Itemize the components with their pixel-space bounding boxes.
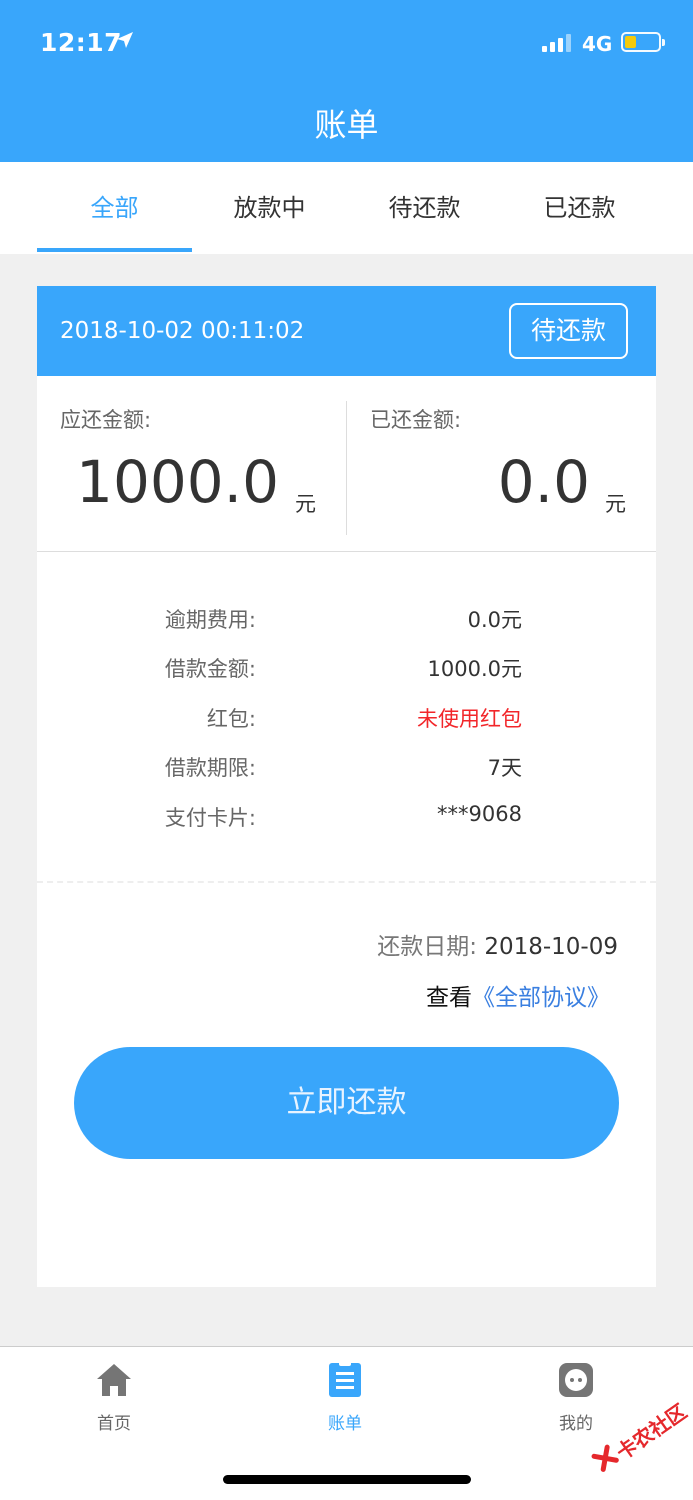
bill-card: 2018-10-02 00:11:02 待还款 应还金额: 1000.0 元 已…: [37, 286, 656, 1287]
detail-row-payment-card: 支付卡片: ***9068: [37, 802, 656, 832]
tab-label: 已还款: [543, 194, 616, 222]
app-header: 12:17 4G 账单: [0, 0, 693, 162]
agreement-link[interactable]: 《全部协议》: [472, 985, 610, 1011]
repay-date-label: 还款日期:: [377, 934, 478, 960]
bill-card-header: 2018-10-02 00:11:02 待还款: [37, 286, 656, 376]
detail-row-red-packet: 红包: 未使用红包: [37, 703, 656, 733]
repay-date-value: 2018-10-09: [484, 934, 618, 960]
detail-row-overdue-fee: 逾期费用: 0.0元: [37, 604, 656, 634]
tab-pending-repayment[interactable]: 待还款: [347, 162, 502, 254]
due-amount-value: 1000.0: [76, 448, 279, 516]
bill-datetime: 2018-10-02 00:11:02: [60, 318, 305, 344]
paid-amount-unit: 元: [605, 492, 626, 516]
tabbar-label: 账单: [328, 1414, 362, 1434]
amount-summary: 应还金额: 1000.0 元 已还金额: 0.0 元: [37, 376, 656, 552]
status-time: 12:17: [40, 28, 123, 57]
signal-strength-icon: [542, 34, 574, 52]
tabbar-item-home[interactable]: 首页: [64, 1361, 164, 1434]
detail-label: 借款期限:: [164, 756, 256, 780]
tab-label: 待还款: [388, 194, 461, 222]
tab-label: 全部: [90, 194, 139, 222]
detail-value: 1000.0元: [427, 657, 522, 681]
agreement-line: 查看《全部协议》: [426, 978, 610, 1012]
detail-value: 7天: [487, 756, 522, 780]
paid-amount-value: 0.0: [497, 448, 590, 516]
tab-disbursing[interactable]: 放款中: [192, 162, 347, 254]
repay-date: 还款日期: 2018-10-09: [377, 927, 618, 961]
tabbar-item-bill[interactable]: 账单: [295, 1361, 395, 1434]
detail-label: 逾期费用:: [164, 608, 256, 632]
network-type: 4G: [582, 32, 613, 56]
dashed-divider: [37, 881, 656, 883]
due-amount-label: 应还金额:: [60, 408, 152, 432]
tab-label: 放款中: [233, 194, 306, 222]
repay-now-button[interactable]: 立即还款: [74, 1047, 619, 1159]
tab-all[interactable]: 全部: [37, 162, 192, 254]
profile-icon: [559, 1363, 593, 1397]
amount-divider: [346, 401, 347, 535]
detail-value: 未使用红包: [417, 707, 522, 731]
bill-filter-tabs: 全部 放款中 待还款 已还款: [0, 162, 693, 254]
tab-repaid[interactable]: 已还款: [502, 162, 657, 254]
home-indicator[interactable]: [223, 1475, 471, 1484]
page-title: 账单: [314, 106, 379, 144]
status-badge: 待还款: [509, 303, 628, 359]
home-icon: [97, 1364, 131, 1396]
detail-value: ***9068: [437, 802, 522, 826]
detail-label: 支付卡片:: [164, 806, 256, 830]
status-bar: 12:17 4G: [0, 0, 693, 80]
detail-label: 红包:: [206, 707, 256, 731]
detail-value: 0.0元: [467, 608, 522, 632]
detail-row-loan-term: 借款期限: 7天: [37, 752, 656, 782]
bill-list-icon: [329, 1361, 361, 1397]
battery-icon: [621, 32, 665, 52]
detail-label: 借款金额:: [164, 657, 256, 681]
due-amount-unit: 元: [295, 492, 316, 516]
location-arrow-icon: [117, 32, 133, 48]
detail-row-loan-amount: 借款金额: 1000.0元: [37, 653, 656, 683]
tabbar-label: 首页: [97, 1414, 131, 1434]
active-tab-indicator: [37, 248, 192, 252]
paid-amount-label: 已还金额:: [370, 408, 462, 432]
agreement-prefix: 查看: [426, 985, 472, 1011]
